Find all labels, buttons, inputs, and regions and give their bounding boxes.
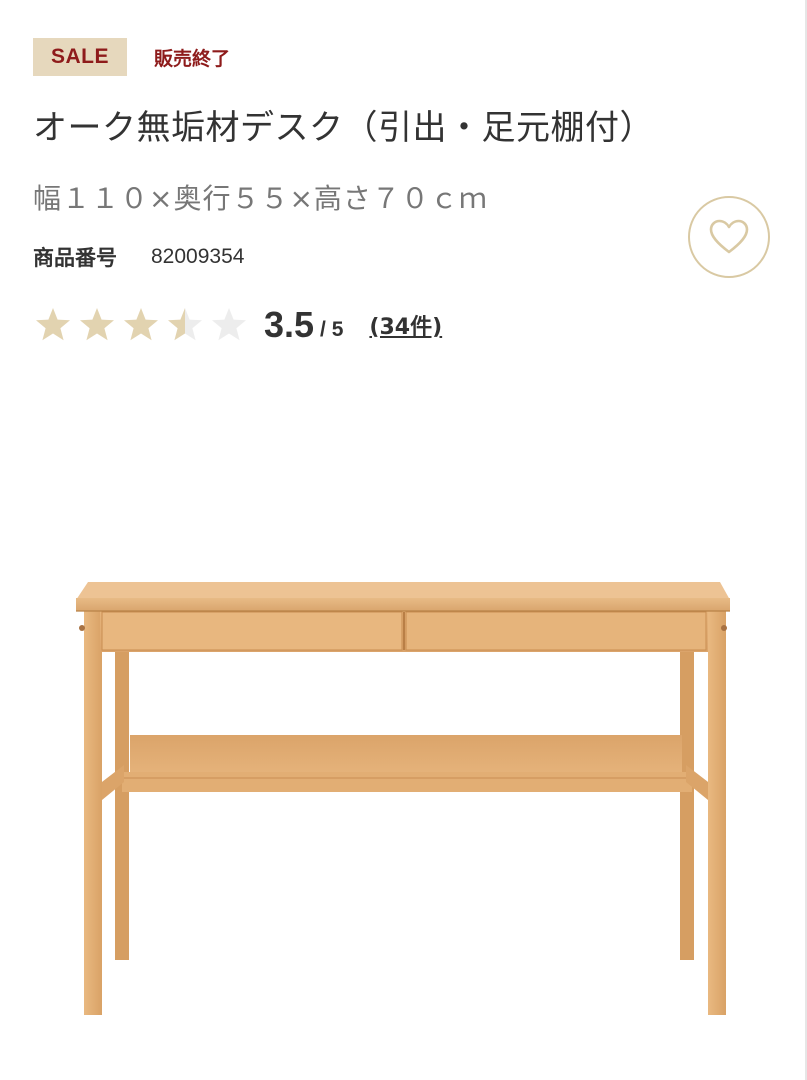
- favorite-button[interactable]: [688, 196, 770, 278]
- star-icon: [124, 308, 158, 341]
- product-size: 幅１１０×奥行５５×高さ７０ｃｍ: [33, 182, 488, 215]
- heart-icon: [709, 219, 749, 254]
- product-number-value: 82009354: [151, 245, 245, 268]
- sale-row: SALE 販売終了: [33, 38, 230, 76]
- product-image: [76, 582, 730, 1015]
- star-icon: [168, 308, 202, 341]
- rating-stars: [34, 306, 254, 344]
- star-icon: [36, 308, 70, 341]
- star-icon: [212, 308, 246, 341]
- rating-row: 3.5 / 5 (34件): [34, 302, 442, 348]
- sale-badge: SALE: [33, 38, 127, 76]
- sale-status-text: 販売終了: [154, 47, 231, 70]
- star-icon: [80, 308, 114, 341]
- product-title: オーク無垢材デスク（引出・足元棚付）: [33, 108, 654, 148]
- product-number-label: 商品番号: [33, 246, 117, 270]
- product-number: 商品番号 82009354: [33, 240, 244, 274]
- rating-max: / 5: [320, 318, 344, 341]
- rating-value: 3.5: [264, 304, 315, 345]
- review-count-link[interactable]: (34件): [369, 309, 442, 341]
